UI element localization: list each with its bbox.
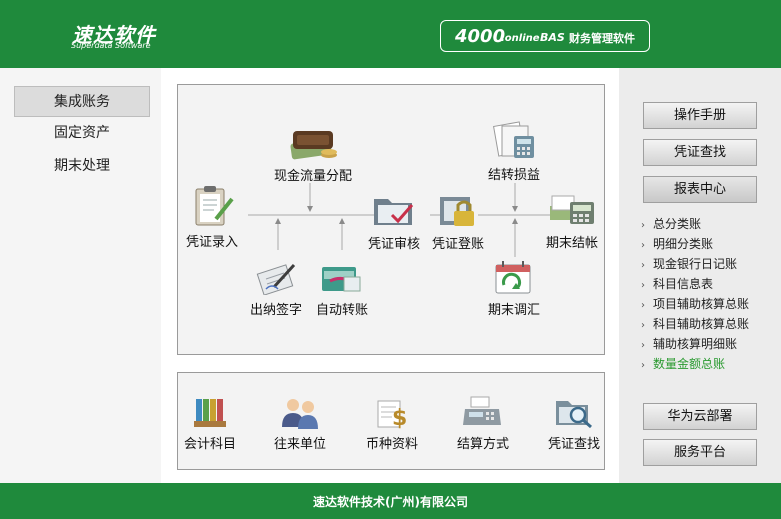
accounts-node[interactable]: 会计科目 (184, 395, 236, 452)
right-sidebar: 操作手册 凭证查找 报表中心 › 总分类账 › 明细分类账 › 现金银行日记账 › 科目… (619, 68, 781, 483)
report-link-account-info[interactable]: › 科目信息表 (641, 274, 749, 294)
nav-fixed-assets[interactable]: 固定资产 (14, 118, 150, 149)
huawei-cloud-button[interactable]: 华为云部署 (643, 403, 757, 430)
partners-node[interactable]: 往来单位 (274, 395, 326, 452)
voucher-post-node[interactable]: 凭证登账 (432, 191, 484, 252)
service-platform-button[interactable]: 服务平台 (643, 439, 757, 466)
chevron-right-icon: › (641, 280, 645, 291)
transfer-pl-label: 结转损益 (487, 168, 540, 183)
report-link-account-aux-ledger[interactable]: › 科目辅助核算总账 (641, 314, 749, 334)
period-close-node[interactable]: 期末结帐 (546, 188, 598, 251)
cash-flow-label: 现金流量分配 (274, 169, 353, 184)
register-cash-icon (550, 195, 594, 224)
report-link-project-aux-ledger[interactable]: › 项目辅助核算总账 (641, 294, 749, 314)
app-footer: 速达软件技术(广州)有限公司 (0, 483, 781, 519)
voucher-search-node[interactable]: 凭证查找 (548, 395, 600, 452)
chevron-right-icon: › (641, 340, 645, 351)
pos-terminal-icon (463, 396, 501, 425)
base-data-panel: 会计科目 往来单位 $ 币种资料 结算方式 凭证查找 (177, 372, 605, 470)
period-adjust-node[interactable]: 期末调汇 (488, 257, 540, 318)
report-list: › 总分类账 › 明细分类账 › 现金银行日记账 › 科目信息表 › 项目辅助核算总账 ›… (641, 214, 749, 374)
clipboard-pencil-icon (195, 186, 234, 226)
voucher-search-button[interactable]: 凭证查找 (643, 139, 757, 166)
nav-integrated-accounting[interactable]: 集成账务 (14, 86, 150, 117)
padlock-folder-icon (440, 197, 474, 226)
users-icon (282, 399, 318, 429)
product-badge: 4000 .online BAS 财务管理软件 (440, 20, 650, 52)
voucher-audit-label: 凭证审核 (368, 237, 421, 252)
ledger-books-icon (194, 399, 226, 427)
app-header: 速达软件 Superdata Software 4000 .online BAS… (0, 0, 781, 68)
transfer-pl-node[interactable]: 结转损益 (484, 120, 544, 183)
company-logo-subtitle: Superdata Software (71, 41, 151, 50)
svg-text:$: $ (392, 406, 407, 429)
settlement-label: 结算方式 (457, 437, 510, 452)
main-content: 现金流量分配 结转损益 凭证录入 凭证审核 凭证登账 期末结帐 出纳签字 自动转… (161, 68, 619, 483)
report-link-quantity-amount-ledger[interactable]: › 数量金额总账 (641, 354, 749, 374)
currency-label: 币种资料 (366, 437, 419, 452)
folder-magnifier-icon (556, 401, 592, 429)
calculator-papers-icon (493, 121, 534, 158)
report-link-detail-ledger[interactable]: › 明细分类账 (641, 234, 749, 254)
wallet-cash-icon (290, 131, 337, 160)
report-link-cash-bank-journal[interactable]: › 现金银行日记账 (641, 254, 749, 274)
settlement-node[interactable]: 结算方式 (457, 395, 509, 452)
currency-node[interactable]: $ 币种资料 (366, 395, 418, 452)
calendar-refresh-icon (495, 261, 531, 294)
report-center-button[interactable]: 报表中心 (643, 176, 757, 203)
dollar-icon: $ (377, 400, 407, 429)
chevron-right-icon: › (641, 300, 645, 311)
auto-transfer-icon (322, 267, 361, 292)
nav-period-end[interactable]: 期末处理 (14, 151, 150, 182)
voucher-entry-label: 凭证录入 (186, 235, 239, 250)
voucher-entry-node[interactable]: 凭证录入 (186, 185, 238, 250)
auto-transfer-label: 自动转账 (316, 303, 369, 318)
voucher-post-label: 凭证登账 (432, 237, 485, 252)
partners-label: 往来单位 (274, 437, 327, 452)
chevron-right-icon: › (641, 240, 645, 251)
sign-pen-icon (256, 263, 296, 295)
chevron-right-icon: › (641, 260, 645, 271)
product-number: 4000 (455, 26, 506, 47)
footer-company-name: 速达软件技术(广州)有限公司 (313, 495, 468, 509)
manual-button[interactable]: 操作手册 (643, 102, 757, 129)
report-link-general-ledger[interactable]: › 总分类账 (641, 214, 749, 234)
cash-flow-node[interactable]: 现金流量分配 (274, 123, 352, 184)
auto-transfer-node[interactable]: 自动转账 (316, 257, 368, 318)
chevron-right-icon: › (641, 320, 645, 331)
product-online: .online (501, 33, 540, 44)
cashier-sign-node[interactable]: 出纳签字 (250, 257, 302, 318)
voucher-audit-node[interactable]: 凭证审核 (368, 191, 420, 252)
voucher-search-label: 凭证查找 (548, 437, 601, 452)
cashier-sign-label: 出纳签字 (250, 303, 303, 318)
chevron-right-icon: › (641, 360, 645, 371)
period-adjust-label: 期末调汇 (488, 303, 541, 318)
chevron-right-icon: › (641, 220, 645, 231)
workflow-panel: 现金流量分配 结转损益 凭证录入 凭证审核 凭证登账 期末结帐 出纳签字 自动转… (177, 84, 605, 355)
period-close-label: 期末结帐 (546, 236, 599, 251)
folder-check-icon (374, 199, 414, 225)
left-nav: 集成账务 固定资产 期末处理 (0, 68, 161, 483)
product-description: 财务管理软件 (569, 32, 635, 45)
product-bas: BAS (540, 31, 565, 44)
accounts-label: 会计科目 (184, 437, 237, 452)
report-link-aux-detail-ledger[interactable]: › 辅助核算明细账 (641, 334, 749, 354)
